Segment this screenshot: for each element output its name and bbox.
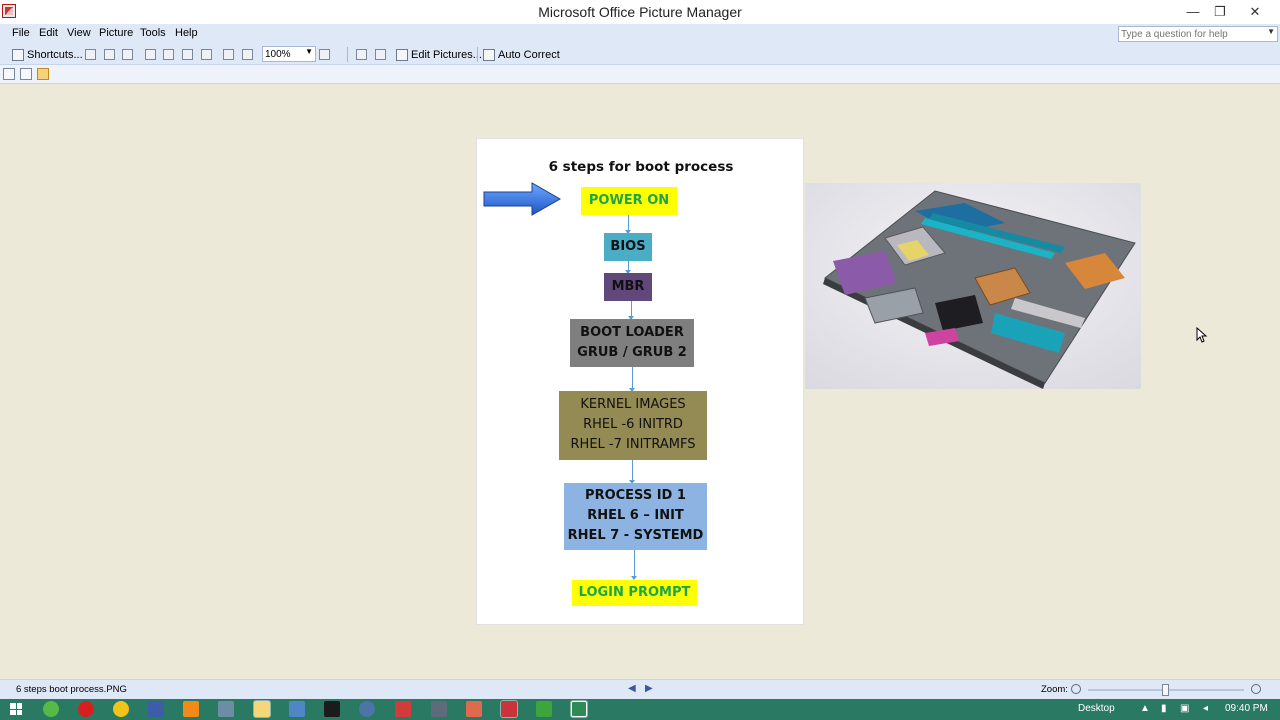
thumbnail-view-icon[interactable] <box>3 68 15 80</box>
volume-tray-icon[interactable]: ◂ <box>1203 703 1208 714</box>
zoom-input[interactable] <box>263 47 303 61</box>
menu-view[interactable]: View <box>67 27 91 39</box>
step-kernel-images: KERNEL IMAGES RHEL -6 INITRD RHEL -7 INI… <box>559 391 707 460</box>
recorder-taskbar-icon[interactable] <box>395 701 411 717</box>
word-taskbar-icon[interactable] <box>148 701 164 717</box>
previous-picture-icon[interactable]: ◀ <box>628 683 636 694</box>
taskbar-clock[interactable]: 09:40 PM <box>1225 703 1268 714</box>
shortcuts-label: Shortcuts... <box>27 48 83 61</box>
browser-taskbar-icon[interactable] <box>359 701 375 717</box>
vlc-taskbar-icon[interactable] <box>183 701 199 717</box>
auto-correct-label: Auto Correct <box>498 48 560 61</box>
motherboard-image <box>805 183 1141 389</box>
mouse-cursor-icon <box>1196 327 1208 343</box>
paste-icon[interactable] <box>182 49 193 60</box>
network-tray-icon[interactable]: ▣ <box>1180 703 1189 714</box>
tools-taskbar-icon[interactable] <box>431 701 447 717</box>
save-icon[interactable] <box>85 49 96 60</box>
zoom-out-icon[interactable] <box>1071 684 1081 694</box>
menu-help[interactable]: Help <box>175 27 198 39</box>
zoom-slider-thumb[interactable] <box>1162 684 1169 696</box>
close-button[interactable]: ✕ <box>1240 0 1270 24</box>
desktop-toolbar-label[interactable]: Desktop <box>1078 703 1115 714</box>
menu-picture[interactable]: Picture <box>99 27 133 39</box>
camtasia-taskbar-icon[interactable] <box>536 701 552 717</box>
start-windows-icon[interactable] <box>10 703 22 715</box>
opera-taskbar-icon[interactable] <box>78 701 94 717</box>
minimize-button[interactable]: — <box>1178 0 1208 24</box>
single-picture-view-icon[interactable] <box>37 68 49 80</box>
auto-correct-button[interactable]: Auto Correct <box>483 47 560 62</box>
zoom-tool-icon[interactable] <box>319 49 330 60</box>
chrome-taskbar-icon[interactable] <box>113 701 129 717</box>
email-icon[interactable] <box>122 49 133 60</box>
filmstrip-view-icon[interactable] <box>20 68 32 80</box>
shortcuts-icon <box>12 48 24 61</box>
picture-manager-taskbar-icon[interactable] <box>500 700 518 718</box>
zoom-dropdown-icon[interactable]: ▼ <box>305 47 313 56</box>
zoom-combo[interactable]: ▼ <box>262 46 316 62</box>
rotate-left-icon[interactable] <box>356 49 367 60</box>
redo-icon[interactable] <box>242 49 253 60</box>
help-search-box[interactable]: ▼ <box>1118 26 1278 42</box>
diagram-title: 6 steps for boot process <box>548 159 734 175</box>
standard-toolbar: Shortcuts... ▼ Edit Pictures... Auto Cor… <box>0 44 1280 65</box>
zoom-label: Zoom: <box>1041 684 1068 695</box>
network-taskbar-icon[interactable] <box>289 701 305 717</box>
power-arrow-icon <box>483 182 562 216</box>
menu-edit[interactable]: Edit <box>39 27 58 39</box>
recorder-active-taskbar-icon[interactable] <box>570 700 588 718</box>
menu-tools[interactable]: Tools <box>140 27 166 39</box>
windows-taskbar: Desktop ▲ ▮ ▣ ◂ 09:40 PM <box>0 699 1280 720</box>
menu-file[interactable]: File <box>12 27 30 39</box>
delete-icon[interactable] <box>201 49 212 60</box>
powerpoint-taskbar-icon[interactable] <box>466 701 482 717</box>
window-title: Microsoft Office Picture Manager <box>538 4 742 20</box>
toolbar-separator <box>347 47 348 62</box>
utorrent-taskbar-icon[interactable] <box>43 701 59 717</box>
cut-icon[interactable] <box>145 49 156 60</box>
step-process-id: PROCESS ID 1 RHEL 6 – INIT RHEL 7 - SYST… <box>564 483 707 550</box>
view-toolbar <box>0 65 1280 84</box>
title-bar: Microsoft Office Picture Manager — ❐ ✕ <box>0 0 1280 24</box>
toolbar-separator <box>477 47 478 62</box>
help-search-input[interactable] <box>1119 27 1261 41</box>
tray-expand-icon[interactable]: ▲ <box>1140 703 1150 714</box>
terminal-taskbar-icon[interactable] <box>324 701 340 717</box>
battery-icon[interactable]: ▮ <box>1161 703 1167 714</box>
edit-pictures-label: Edit Pictures... <box>411 48 482 61</box>
flow-connector <box>634 550 635 579</box>
step-mbr: MBR <box>604 273 652 301</box>
rotate-right-icon[interactable] <box>375 49 386 60</box>
copy-icon[interactable] <box>163 49 174 60</box>
settings-taskbar-icon[interactable] <box>218 701 234 717</box>
edit-pictures-button[interactable]: Edit Pictures... <box>396 47 482 62</box>
shortcuts-button[interactable]: Shortcuts... <box>12 47 83 62</box>
help-dropdown-icon[interactable]: ▼ <box>1267 27 1275 36</box>
auto-correct-icon <box>483 48 495 61</box>
motherboard-photo <box>805 183 1141 389</box>
file-explorer-taskbar-icon[interactable] <box>253 700 271 718</box>
undo-icon[interactable] <box>223 49 234 60</box>
zoom-in-icon[interactable] <box>1251 684 1261 694</box>
print-icon[interactable] <box>104 49 115 60</box>
edit-pictures-icon <box>396 48 408 61</box>
step-boot-loader: BOOT LOADER GRUB / GRUB 2 <box>570 319 694 367</box>
step-login-prompt: LOGIN PROMPT <box>572 580 697 606</box>
status-bar: 6 steps boot process.PNG ◀ ▶ Zoom: <box>0 679 1280 699</box>
step-power-on: POWER ON <box>581 187 677 215</box>
next-picture-icon[interactable]: ▶ <box>645 683 653 694</box>
restore-button[interactable]: ❐ <box>1205 0 1235 24</box>
menu-bar: File Edit View Picture Tools Help ▼ <box>0 24 1280 44</box>
status-filename: 6 steps boot process.PNG <box>16 684 127 695</box>
boot-process-picture: 6 steps for boot process POWER ON BIOS M… <box>476 138 804 625</box>
step-bios: BIOS <box>604 233 652 261</box>
